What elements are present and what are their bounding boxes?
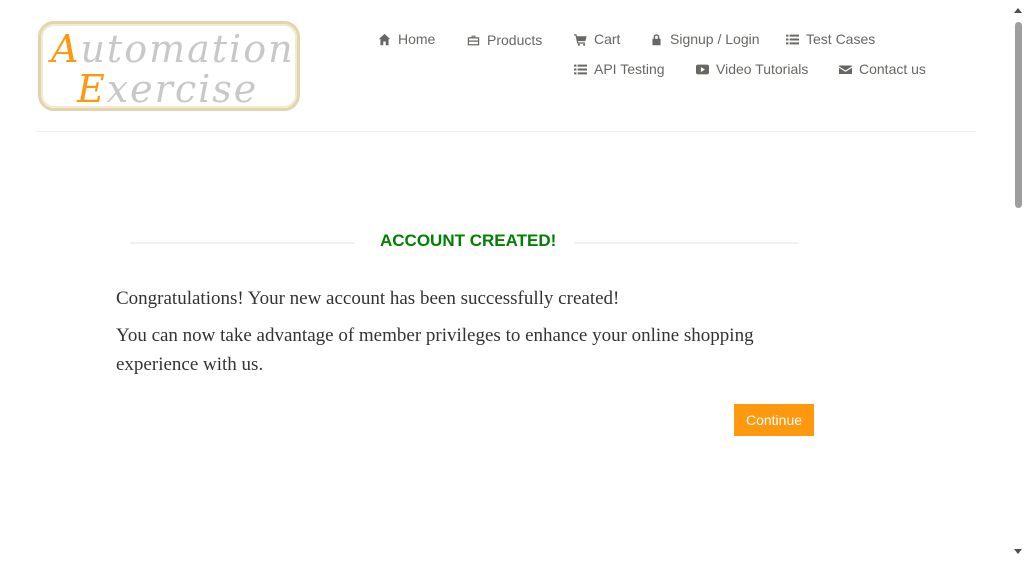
nav-video-tutorials-label: Video Tutorials xyxy=(716,61,809,77)
scroll-up-arrow[interactable] xyxy=(1014,8,1022,13)
congratulations-text: Congratulations! Your new account has be… xyxy=(116,288,620,309)
nav-api-testing[interactable]: API Testing xyxy=(574,61,665,77)
nav-api-testing-label: API Testing xyxy=(594,61,665,77)
header-divider xyxy=(36,131,976,132)
nav-home[interactable]: Home xyxy=(378,31,435,47)
nav-test-cases[interactable]: Test Cases xyxy=(786,31,875,47)
logo-line-1: Automation xyxy=(51,30,295,68)
list-icon xyxy=(786,34,799,44)
scroll-down-arrow[interactable] xyxy=(1014,549,1022,554)
account-created-title: ACCOUNT CREATED! xyxy=(380,231,557,250)
title-rule-right xyxy=(574,242,799,244)
nav-products[interactable]: Products xyxy=(467,32,542,48)
logo-text-2: xercise xyxy=(106,67,259,111)
site-logo[interactable]: Automation Exercise xyxy=(38,21,300,111)
list-icon xyxy=(574,64,587,74)
vertical-scrollbar[interactable] xyxy=(1011,0,1026,562)
title-rule-left xyxy=(130,242,355,244)
logo-cap-a: A xyxy=(51,27,81,71)
home-icon xyxy=(378,33,391,45)
continue-button[interactable]: Continue xyxy=(734,404,814,436)
lock-icon xyxy=(652,33,661,45)
nav-cart[interactable]: Cart xyxy=(574,31,620,47)
privileges-text: You can now take advantage of member pri… xyxy=(116,325,754,375)
nav-video-tutorials[interactable]: Video Tutorials xyxy=(696,61,808,77)
nav-contact-us[interactable]: Contact us xyxy=(839,61,926,77)
nav-home-label: Home xyxy=(398,31,436,47)
nav-signup-login-label: Signup / Login xyxy=(670,31,760,47)
logo-text-1: utomation xyxy=(80,27,295,71)
nav-test-cases-label: Test Cases xyxy=(806,31,876,47)
cart-icon xyxy=(574,33,587,46)
nav-cart-label: Cart xyxy=(594,31,621,47)
nav-signup-login[interactable]: Signup / Login xyxy=(650,31,760,47)
scroll-thumb[interactable] xyxy=(1015,22,1022,208)
nav-products-label: Products xyxy=(487,32,543,48)
logo-cap-e: E xyxy=(77,67,107,111)
youtube-play-icon xyxy=(696,64,709,74)
envelope-icon xyxy=(839,64,852,74)
nav-contact-us-label: Contact us xyxy=(859,61,926,77)
logo-line-2: Exercise xyxy=(77,70,258,108)
briefcase-icon xyxy=(467,35,480,45)
